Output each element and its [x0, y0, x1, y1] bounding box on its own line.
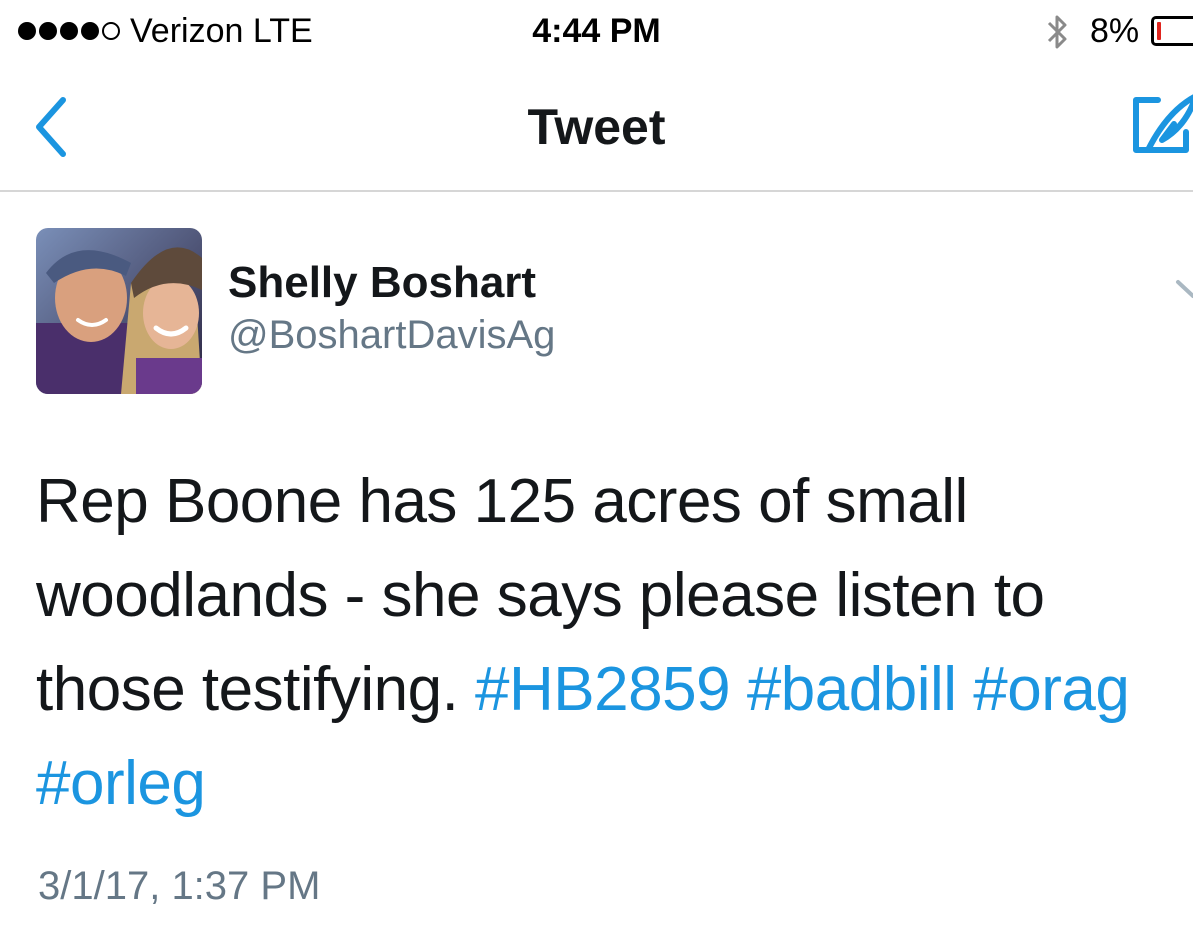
tweet-text-line: Rep Boone has 125 acres of small: [36, 467, 968, 536]
status-bar: Verizon LTE 4:44 PM 8%: [0, 0, 1193, 64]
clock: 4:44 PM: [532, 12, 661, 50]
nav-bar: Tweet: [0, 64, 1193, 192]
tweet-text-line: those testifying.: [36, 655, 459, 724]
hashtag-link[interactable]: #HB2859: [475, 655, 731, 724]
hashtag-link[interactable]: #orleg: [36, 749, 206, 818]
bluetooth-icon: [1047, 15, 1067, 49]
tweet-text: Rep Boone has 125 acres of small woodlan…: [36, 455, 1193, 831]
compose-tweet-icon[interactable]: [1128, 90, 1193, 162]
tweet-timestamp: 3/1/17, 1:37 PM: [38, 864, 321, 908]
author-handle[interactable]: @BoshartDavisAg: [228, 313, 555, 358]
battery-level: [1157, 22, 1161, 40]
battery-percent: 8%: [1090, 12, 1140, 50]
battery-icon: [1151, 16, 1193, 46]
avatar[interactable]: [36, 228, 202, 394]
chevron-down-icon[interactable]: [1172, 272, 1193, 302]
author-name[interactable]: Shelly Boshart: [228, 258, 536, 308]
hashtag-link[interactable]: #badbill: [747, 655, 957, 724]
hashtag-link[interactable]: #orag: [973, 655, 1130, 724]
page-title: Tweet: [527, 99, 666, 155]
tweet-text-line: woodlands - she says please listen to: [36, 561, 1045, 630]
